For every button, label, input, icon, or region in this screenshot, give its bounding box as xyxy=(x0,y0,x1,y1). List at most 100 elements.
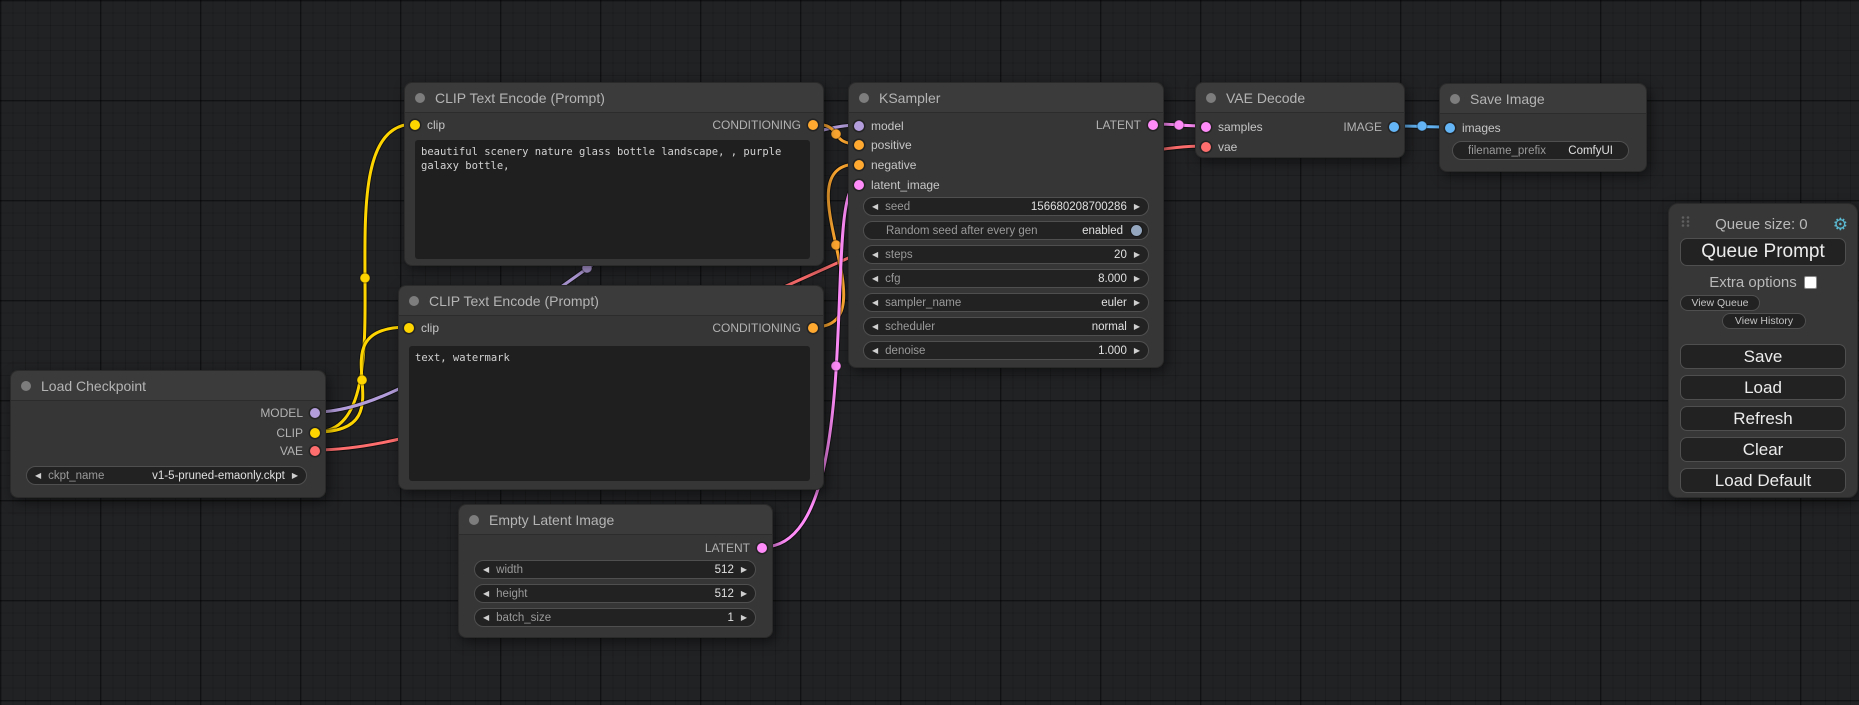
widget-random-seed-toggle[interactable]: Random seed after every gen enabled xyxy=(863,221,1149,240)
decrement-arrow-icon[interactable]: ◀ xyxy=(872,323,878,331)
decrement-arrow-icon[interactable]: ◀ xyxy=(872,203,878,211)
input-port-positive[interactable]: positive xyxy=(854,135,912,155)
view-history-button[interactable]: View History xyxy=(1722,313,1806,329)
output-port-image[interactable]: IMAGE xyxy=(1343,117,1399,137)
widget-sampler-name[interactable]: ◀ sampler_name euler ▶ xyxy=(863,293,1149,312)
collapse-dot-icon[interactable] xyxy=(1206,93,1216,103)
port-dot-image[interactable] xyxy=(1389,122,1399,132)
port-dot-images[interactable] xyxy=(1445,123,1455,133)
widget-seed[interactable]: ◀ seed 156680208700286 ▶ xyxy=(863,197,1149,216)
collapse-dot-icon[interactable] xyxy=(469,515,479,525)
decrement-arrow-icon[interactable]: ◀ xyxy=(872,347,878,355)
increment-arrow-icon[interactable]: ▶ xyxy=(292,472,298,480)
port-dot-latent[interactable] xyxy=(757,543,767,553)
output-label: LATENT xyxy=(705,541,750,555)
increment-arrow-icon[interactable]: ▶ xyxy=(741,566,747,574)
node-empty-latent-header[interactable]: Empty Latent Image xyxy=(459,505,772,535)
input-port-images[interactable]: images xyxy=(1445,118,1501,138)
input-port-clip[interactable]: clip xyxy=(410,115,445,135)
output-port-latent[interactable]: LATENT xyxy=(1096,115,1158,135)
queue-prompt-button[interactable]: Queue Prompt xyxy=(1680,238,1846,266)
collapse-dot-icon[interactable] xyxy=(21,381,31,391)
increment-arrow-icon[interactable]: ▶ xyxy=(1134,299,1140,307)
widget-name: steps xyxy=(885,249,913,261)
graph-canvas[interactable]: Load Checkpoint MODEL CLIP VAE ◀ ckpt_na… xyxy=(0,0,1859,705)
increment-arrow-icon[interactable]: ▶ xyxy=(1134,347,1140,355)
input-port-samples[interactable]: samples xyxy=(1201,117,1263,137)
decrement-arrow-icon[interactable]: ◀ xyxy=(483,590,489,598)
widget-value: 156680208700286 xyxy=(1031,201,1127,213)
decrement-arrow-icon[interactable]: ◀ xyxy=(872,299,878,307)
widget-height[interactable]: ◀ height 512 ▶ xyxy=(474,584,756,603)
port-dot-positive[interactable] xyxy=(854,140,864,150)
increment-arrow-icon[interactable]: ▶ xyxy=(1134,275,1140,283)
output-port-vae[interactable]: VAE xyxy=(280,441,320,461)
port-dot-latent[interactable] xyxy=(1148,120,1158,130)
extra-options-checkbox[interactable] xyxy=(1804,276,1817,289)
widget-batch-size[interactable]: ◀ batch_size 1 ▶ xyxy=(474,608,756,627)
decrement-arrow-icon[interactable]: ◀ xyxy=(872,275,878,283)
node-load-checkpoint-header[interactable]: Load Checkpoint xyxy=(11,371,325,401)
refresh-button[interactable]: Refresh xyxy=(1680,406,1846,431)
collapse-dot-icon[interactable] xyxy=(409,296,419,306)
increment-arrow-icon[interactable]: ▶ xyxy=(1134,203,1140,211)
decrement-arrow-icon[interactable]: ◀ xyxy=(35,472,41,480)
port-dot-model[interactable] xyxy=(310,408,320,418)
prompt-text-negative[interactable]: text, watermark xyxy=(409,346,810,481)
widget-steps[interactable]: ◀ steps 20 ▶ xyxy=(863,245,1149,264)
port-dot-latent-image[interactable] xyxy=(854,180,864,190)
output-port-latent[interactable]: LATENT xyxy=(705,538,767,558)
increment-arrow-icon[interactable]: ▶ xyxy=(1134,251,1140,259)
widget-filename-prefix[interactable]: filename_prefix ComfyUI xyxy=(1452,141,1629,160)
widget-width[interactable]: ◀ width 512 ▶ xyxy=(474,560,756,579)
widget-cfg[interactable]: ◀ cfg 8.000 ▶ xyxy=(863,269,1149,288)
decrement-arrow-icon[interactable]: ◀ xyxy=(483,614,489,622)
increment-arrow-icon[interactable]: ▶ xyxy=(741,590,747,598)
widget-scheduler[interactable]: ◀ scheduler normal ▶ xyxy=(863,317,1149,336)
port-dot-clip[interactable] xyxy=(410,120,420,130)
output-port-conditioning[interactable]: CONDITIONING xyxy=(712,318,818,338)
port-dot-samples[interactable] xyxy=(1201,122,1211,132)
clear-button[interactable]: Clear xyxy=(1680,437,1846,462)
save-button[interactable]: Save xyxy=(1680,344,1846,369)
node-clip-negative-header[interactable]: CLIP Text Encode (Prompt) xyxy=(399,286,823,316)
widget-name: ckpt_name xyxy=(48,470,104,482)
port-dot-vae[interactable] xyxy=(310,446,320,456)
view-queue-button[interactable]: View Queue xyxy=(1680,295,1760,311)
node-clip-positive-header[interactable]: CLIP Text Encode (Prompt) xyxy=(405,83,823,113)
input-port-vae[interactable]: vae xyxy=(1201,137,1237,157)
collapse-dot-icon[interactable] xyxy=(415,93,425,103)
output-port-model[interactable]: MODEL xyxy=(260,403,320,423)
drag-handle-icon[interactable] xyxy=(1681,215,1690,233)
node-ksampler-header[interactable]: KSampler xyxy=(849,83,1163,113)
port-dot-conditioning[interactable] xyxy=(808,120,818,130)
increment-arrow-icon[interactable]: ▶ xyxy=(741,614,747,622)
collapse-dot-icon[interactable] xyxy=(859,93,869,103)
settings-gear-icon[interactable]: ⚙ xyxy=(1833,216,1848,233)
input-port-model[interactable]: model xyxy=(854,116,904,136)
input-port-negative[interactable]: negative xyxy=(854,155,916,175)
widget-ckpt-name[interactable]: ◀ ckpt_name v1-5-pruned-emaonly.ckpt ▶ xyxy=(26,466,307,485)
port-dot-clip[interactable] xyxy=(310,428,320,438)
increment-arrow-icon[interactable]: ▶ xyxy=(1134,323,1140,331)
port-dot-vae[interactable] xyxy=(1201,142,1211,152)
load-default-button[interactable]: Load Default xyxy=(1680,468,1846,493)
decrement-arrow-icon[interactable]: ◀ xyxy=(872,251,878,259)
widget-value: enabled xyxy=(1082,225,1123,237)
port-dot-model[interactable] xyxy=(854,121,864,131)
output-port-clip[interactable]: CLIP xyxy=(276,423,320,443)
toggle-knob[interactable] xyxy=(1130,224,1143,237)
widget-denoise[interactable]: ◀ denoise 1.000 ▶ xyxy=(863,341,1149,360)
input-port-clip[interactable]: clip xyxy=(404,318,439,338)
collapse-dot-icon[interactable] xyxy=(1450,94,1460,104)
port-dot-conditioning[interactable] xyxy=(808,323,818,333)
node-save-image-header[interactable]: Save Image xyxy=(1440,84,1646,114)
port-dot-clip[interactable] xyxy=(404,323,414,333)
port-dot-negative[interactable] xyxy=(854,160,864,170)
decrement-arrow-icon[interactable]: ◀ xyxy=(483,566,489,574)
output-port-conditioning[interactable]: CONDITIONING xyxy=(712,115,818,135)
prompt-text-positive[interactable]: beautiful scenery nature glass bottle la… xyxy=(415,140,810,259)
load-button[interactable]: Load xyxy=(1680,375,1846,400)
node-vae-decode-header[interactable]: VAE Decode xyxy=(1196,83,1404,113)
input-port-latent-image[interactable]: latent_image xyxy=(854,175,940,195)
